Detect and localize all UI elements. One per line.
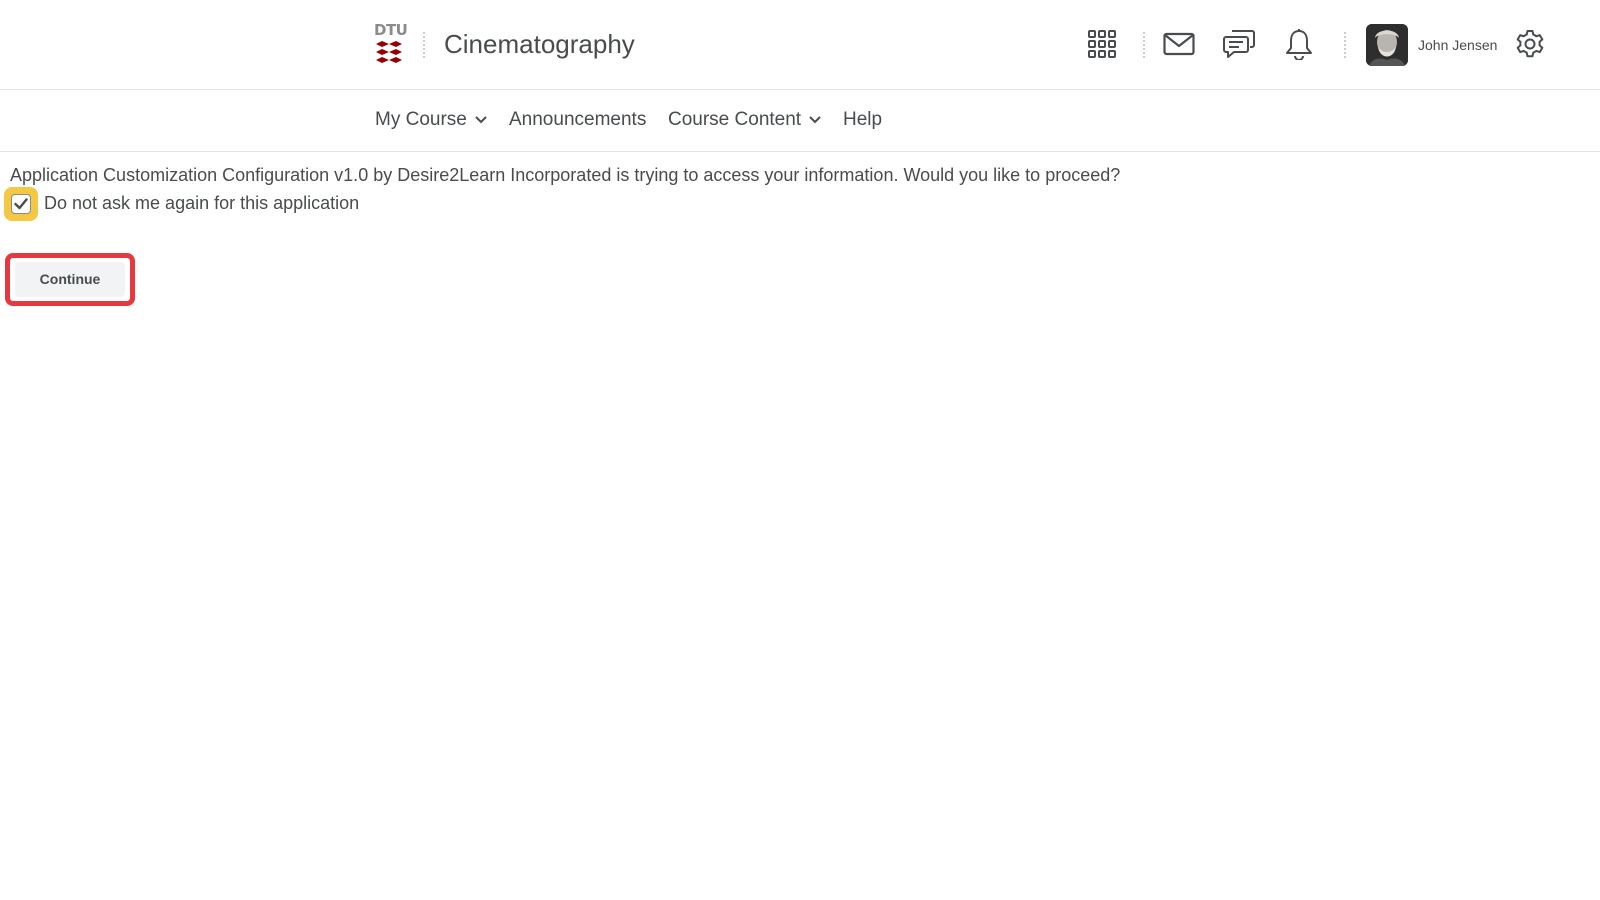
mail-icon[interactable] — [1159, 24, 1199, 64]
nav-my-course-label: My Course — [375, 109, 467, 130]
do-not-ask-checkbox[interactable] — [11, 194, 31, 214]
apps-grid-icon[interactable] — [1082, 24, 1122, 64]
header-divider — [423, 32, 425, 58]
bell-icon[interactable] — [1279, 24, 1319, 64]
access-prompt-text: Application Customization Configuration … — [10, 165, 1121, 185]
header-divider — [1143, 32, 1145, 58]
checkmark-icon — [14, 198, 28, 210]
nav-announcements-label: Announcements — [509, 109, 647, 130]
continue-button[interactable]: Continue — [15, 262, 125, 297]
top-header: DTU Cinematography John Jensen — [0, 0, 1600, 90]
checkbox-focus-highlight — [4, 187, 38, 221]
dtu-logo[interactable]: DTU — [374, 21, 408, 68]
header-divider — [1344, 32, 1346, 58]
nav-my-course[interactable]: My Course — [375, 108, 487, 132]
continue-button-highlight: Continue — [5, 253, 135, 306]
course-title[interactable]: Cinematography — [444, 28, 635, 60]
chevron-down-icon — [475, 116, 487, 124]
user-name[interactable]: John Jensen — [1418, 36, 1497, 54]
chevron-down-icon — [809, 116, 821, 124]
course-navbar: My Course Announcements Course Content H… — [0, 90, 1600, 152]
avatar[interactable] — [1366, 24, 1408, 66]
do-not-ask-label[interactable]: Do not ask me again for this application — [44, 191, 359, 215]
chat-icon[interactable] — [1219, 24, 1259, 64]
nav-help-label: Help — [843, 109, 883, 130]
nav-course-content[interactable]: Course Content — [668, 108, 821, 132]
nav-course-content-label: Course Content — [668, 109, 802, 130]
logo-mark-icon — [376, 41, 402, 63]
nav-announcements[interactable]: Announcements — [509, 108, 646, 132]
logo-text: DTU — [374, 21, 408, 39]
gear-icon[interactable] — [1510, 24, 1550, 64]
nav-help[interactable]: Help — [843, 108, 882, 132]
